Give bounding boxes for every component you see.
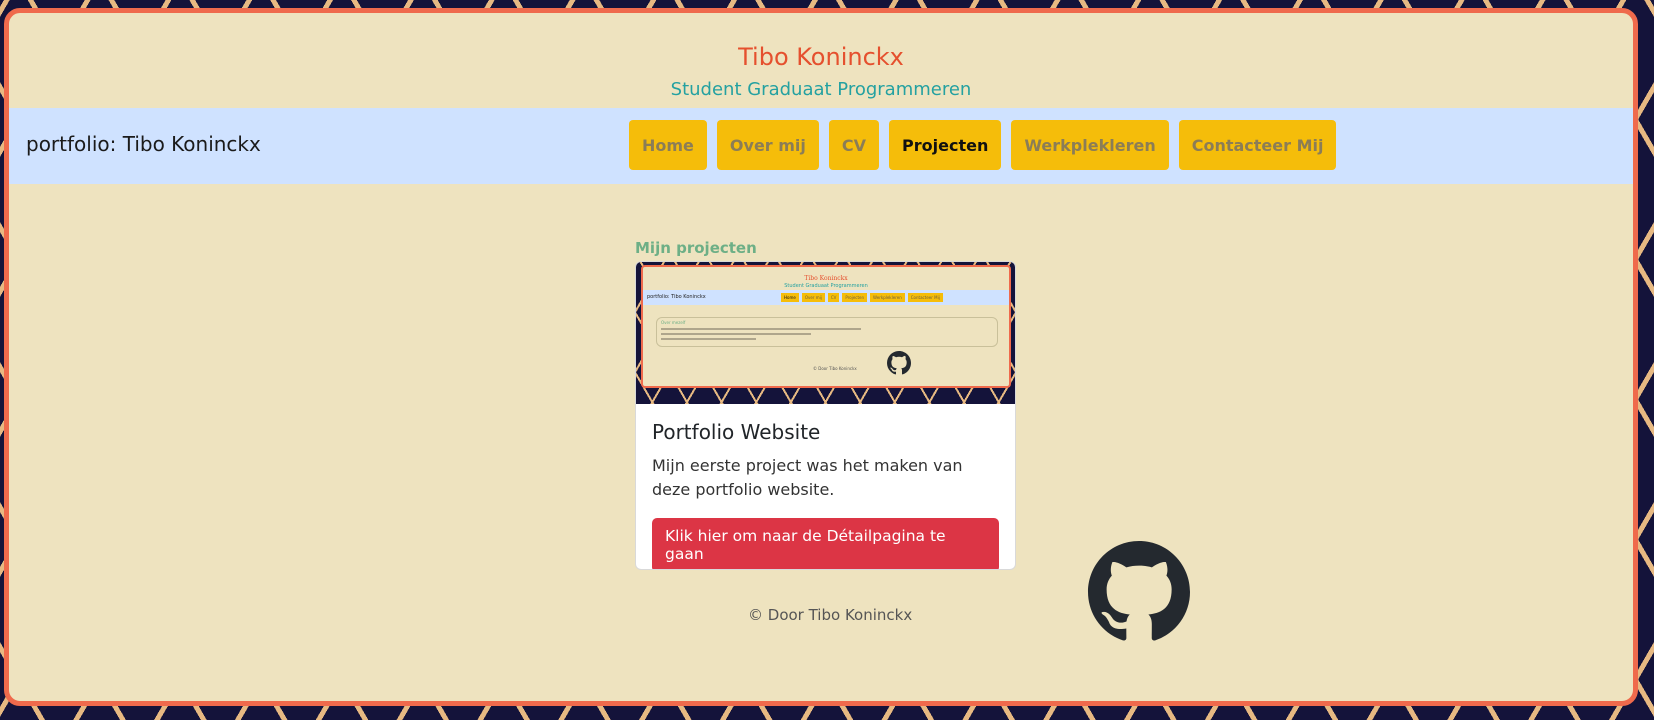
nav-item-cv[interactable]: CV xyxy=(828,120,880,170)
screenshot-nav-item: Projecten xyxy=(842,293,868,302)
github-icon[interactable] xyxy=(1087,541,1191,643)
screenshot-nav-item: Over mij xyxy=(801,293,825,302)
screenshot-nav-item: Home xyxy=(781,293,799,302)
card-body: Portfolio Website Mijn eerste project wa… xyxy=(636,404,1015,569)
site-subtitle: Student Graduaat Programmeren xyxy=(670,79,972,100)
navbar: portfolio: Tibo Koninckx Home Over mij C… xyxy=(9,108,1633,184)
screenshot-section-title: Over mezelf xyxy=(661,320,686,325)
screenshot-navbar: portfolio: Tibo Koninckx Home Over mij C… xyxy=(643,290,1009,305)
detail-page-button[interactable]: Klik hier om naar de Détailpagina te gaa… xyxy=(652,518,999,569)
screenshot-nav-item: Contacteer Mij xyxy=(907,293,943,302)
site-title: Tibo Koninckx xyxy=(738,43,904,71)
screenshot-text-line xyxy=(661,338,756,340)
project-screenshot: Tibo Koninckx Student Graduaat Programme… xyxy=(636,262,1015,404)
project-card: Tibo Koninckx Student Graduaat Programme… xyxy=(635,261,1016,570)
nav-item-over-mij[interactable]: Over mij xyxy=(716,120,819,170)
screenshot-subtitle: Student Graduaat Programmeren xyxy=(784,283,868,289)
screenshot-nav-item: Werkplekleren xyxy=(870,293,905,302)
screenshot-nav-item: CV xyxy=(827,293,840,302)
screenshot-title: Tibo Koninckx xyxy=(804,275,848,282)
screenshot-frame: Tibo Koninckx Student Graduaat Programme… xyxy=(641,265,1011,388)
screenshot-footer: © Door Tibo Koninckx xyxy=(813,366,857,371)
card-text: Mijn eerste project was het maken van de… xyxy=(652,456,963,499)
footer-copyright: © Door Tibo Koninckx xyxy=(748,606,913,624)
nav-items: Home Over mij CV Projecten Werkplekleren… xyxy=(629,120,1337,170)
navbar-brand[interactable]: portfolio: Tibo Koninckx xyxy=(26,132,261,156)
screenshot-about-box: Over mezelf xyxy=(656,317,998,347)
screenshot-text-line xyxy=(661,328,861,330)
nav-item-werkplekleren[interactable]: Werkplekleren xyxy=(1011,120,1169,170)
nav-item-contacteer-mij[interactable]: Contacteer Mij xyxy=(1178,120,1337,170)
nav-item-projecten[interactable]: Projecten xyxy=(889,120,1002,170)
page-frame: Tibo Koninckx Student Graduaat Programme… xyxy=(4,8,1638,706)
card-title: Portfolio Website xyxy=(652,420,821,444)
screenshot-brand: portfolio: Tibo Koninckx xyxy=(647,294,706,300)
nav-item-home[interactable]: Home xyxy=(629,120,707,170)
screenshot-nav-items: Home Over mij CV Projecten Werkplekleren… xyxy=(781,293,943,302)
section-title: Mijn projecten xyxy=(635,239,757,257)
screenshot-text-line xyxy=(661,333,811,335)
screenshot-github-icon xyxy=(887,351,911,375)
